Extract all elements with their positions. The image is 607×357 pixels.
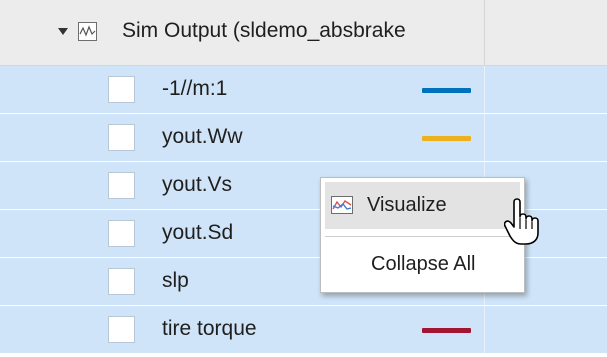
line-color-swatch[interactable] bbox=[422, 88, 471, 93]
signal-checkbox[interactable] bbox=[108, 124, 135, 151]
signal-checkbox[interactable] bbox=[108, 172, 135, 199]
signal-label: tire torque bbox=[162, 317, 257, 340]
signal-checkbox[interactable] bbox=[108, 220, 135, 247]
signal-row[interactable]: -1//m:1 bbox=[0, 66, 607, 114]
signal-checkbox[interactable] bbox=[108, 316, 135, 343]
visualize-plot-icon bbox=[331, 196, 353, 214]
signal-row[interactable]: yout.Ww bbox=[0, 114, 607, 162]
signal-label: yout.Vs bbox=[162, 173, 233, 196]
visualize-label: Visualize bbox=[367, 194, 447, 216]
signal-label: slp bbox=[162, 269, 189, 292]
menu-separator bbox=[325, 236, 520, 237]
column-divider bbox=[484, 306, 485, 353]
signal-checkbox[interactable] bbox=[108, 268, 135, 295]
signal-label: yout.Ww bbox=[162, 125, 243, 148]
hand-pointer-icon bbox=[504, 198, 539, 245]
signal-label: yout.Sd bbox=[162, 221, 234, 244]
line-color-swatch[interactable] bbox=[422, 328, 471, 333]
context-menu: Visualize Collapse All bbox=[320, 177, 525, 293]
signal-checkbox[interactable] bbox=[108, 76, 135, 103]
collapse-all-menu-item[interactable]: Collapse All bbox=[325, 244, 520, 286]
collapse-all-label: Collapse All bbox=[371, 253, 476, 275]
run-label: Sim Output (sldemo_absbrake bbox=[122, 19, 406, 42]
column-divider bbox=[484, 114, 485, 161]
line-color-swatch[interactable] bbox=[422, 136, 471, 141]
signal-row[interactable]: tire torque bbox=[0, 306, 607, 354]
collapse-arrow-icon[interactable] bbox=[58, 28, 68, 35]
column-divider bbox=[484, 0, 485, 65]
line-chart-run-icon bbox=[78, 22, 97, 41]
visualize-menu-item[interactable]: Visualize bbox=[325, 182, 520, 229]
column-divider bbox=[484, 66, 485, 113]
signal-label: -1//m:1 bbox=[162, 77, 228, 100]
run-row[interactable]: Sim Output (sldemo_absbrake bbox=[0, 0, 607, 66]
